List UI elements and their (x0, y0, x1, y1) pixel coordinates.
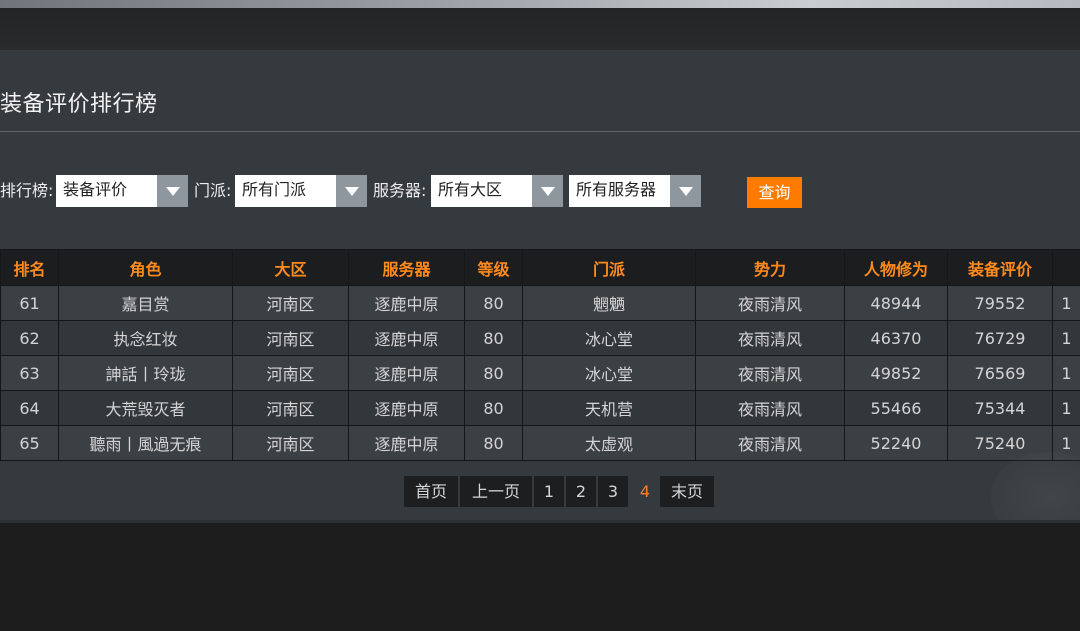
cell-character: 嘉目赏 (58, 285, 233, 321)
page-title: 装备评价排行榜 (0, 92, 158, 117)
header-character: 角色 (58, 249, 233, 286)
cell-school: 天机营 (522, 390, 696, 426)
header-extra (1052, 249, 1080, 286)
cell-server: 逐鹿中原 (348, 355, 465, 391)
cell-extra: 1 (1052, 425, 1080, 461)
cell-server: 逐鹿中原 (348, 425, 465, 461)
cell-equip-score: 79552 (947, 285, 1053, 321)
server-select[interactable]: 所有服务器 (569, 175, 701, 207)
header-cultivation: 人物修为 (844, 249, 948, 286)
cell-equip-score: 75344 (947, 390, 1053, 426)
cell-rank: 64 (0, 390, 59, 426)
cell-equip-score: 75240 (947, 425, 1053, 461)
cell-level: 80 (464, 285, 523, 321)
ranking-table: 排名 角色 大区 服务器 等级 门派 势力 人物修为 装备评价 61 嘉目赏 河… (0, 249, 1080, 461)
cell-equip-score: 76569 (947, 355, 1053, 391)
cell-region: 河南区 (232, 425, 349, 461)
cell-level: 80 (464, 320, 523, 356)
ranking-panel: 装备评价排行榜 排行榜: 装备评价 门派: 所有门派 服务器: 所有大区 所有服… (0, 50, 1080, 522)
cell-faction: 夜雨清风 (695, 390, 845, 426)
top-banner-strip (0, 0, 1080, 8)
panel-bottom-edge (0, 520, 1080, 523)
header-equip-score: 装备评价 (947, 249, 1053, 286)
table-row: 62 执念红妆 河南区 逐鹿中原 80 冰心堂 夜雨清风 46370 76729… (0, 320, 1080, 356)
pagination-first[interactable]: 首页 (404, 476, 458, 507)
header-rank: 排名 (0, 249, 59, 286)
cell-extra: 1 (1052, 285, 1080, 321)
dropdown-arrow-icon[interactable] (336, 175, 367, 207)
cell-level: 80 (464, 390, 523, 426)
cell-extra: 1 (1052, 390, 1080, 426)
pagination-page-1[interactable]: 1 (534, 476, 564, 507)
server-label: 服务器: (373, 181, 427, 200)
cell-school: 冰心堂 (522, 320, 696, 356)
cell-school: 太虚观 (522, 425, 696, 461)
top-nav-band (0, 8, 1080, 50)
cell-school: 魍魉 (522, 285, 696, 321)
cell-character: 訷話丨玲珑 (58, 355, 233, 391)
cell-region: 河南区 (232, 355, 349, 391)
cell-faction: 夜雨清风 (695, 355, 845, 391)
cell-level: 80 (464, 355, 523, 391)
dropdown-arrow-icon[interactable] (532, 175, 563, 207)
dropdown-arrow-icon[interactable] (670, 175, 701, 207)
cell-cultivation: 48944 (844, 285, 948, 321)
cell-faction: 夜雨清风 (695, 320, 845, 356)
cell-character: 执念红妆 (58, 320, 233, 356)
table-row: 63 訷話丨玲珑 河南区 逐鹿中原 80 冰心堂 夜雨清风 49852 7656… (0, 355, 1080, 391)
header-school: 门派 (522, 249, 696, 286)
cell-equip-score: 76729 (947, 320, 1053, 356)
header-server: 服务器 (348, 249, 465, 286)
pagination-page-4-current: 4 (639, 482, 651, 501)
cell-faction: 夜雨清风 (695, 425, 845, 461)
school-label: 门派: (194, 181, 232, 200)
header-level: 等级 (464, 249, 523, 286)
pagination-last[interactable]: 末页 (660, 476, 714, 507)
dropdown-arrow-icon[interactable] (157, 175, 188, 207)
query-button[interactable]: 查询 (747, 177, 802, 208)
cell-cultivation: 52240 (844, 425, 948, 461)
cell-server: 逐鹿中原 (348, 390, 465, 426)
table-row: 65 聽雨丨風過无痕 河南区 逐鹿中原 80 太虚观 夜雨清风 52240 75… (0, 425, 1080, 461)
school-value: 所有门派 (242, 180, 307, 199)
pagination-page-3[interactable]: 3 (598, 476, 628, 507)
rank-type-value: 装备评价 (63, 180, 128, 199)
pagination-prev[interactable]: 上一页 (460, 476, 532, 507)
cell-extra: 1 (1052, 320, 1080, 356)
rank-type-label: 排行榜: (0, 181, 54, 200)
header-faction: 势力 (695, 249, 845, 286)
cell-rank: 61 (0, 285, 59, 321)
region-select[interactable]: 所有大区 (431, 175, 563, 207)
school-select[interactable]: 所有门派 (235, 175, 367, 207)
cell-rank: 65 (0, 425, 59, 461)
cell-school: 冰心堂 (522, 355, 696, 391)
cell-rank: 63 (0, 355, 59, 391)
cell-level: 80 (464, 425, 523, 461)
cell-extra: 1 (1052, 355, 1080, 391)
cell-character: 大荒毁灭者 (58, 390, 233, 426)
cell-cultivation: 49852 (844, 355, 948, 391)
table-header-row: 排名 角色 大区 服务器 等级 门派 势力 人物修为 装备评价 (0, 249, 1080, 286)
cell-cultivation: 55466 (844, 390, 948, 426)
header-region: 大区 (232, 249, 349, 286)
cell-server: 逐鹿中原 (348, 285, 465, 321)
cell-character: 聽雨丨風過无痕 (58, 425, 233, 461)
cell-cultivation: 46370 (844, 320, 948, 356)
table-row: 61 嘉目赏 河南区 逐鹿中原 80 魍魉 夜雨清风 48944 79552 1 (0, 285, 1080, 321)
cell-rank: 62 (0, 320, 59, 356)
filter-bar: 排行榜: 装备评价 门派: 所有门派 服务器: 所有大区 所有服务器 查询 (0, 175, 1080, 208)
table-row: 64 大荒毁灭者 河南区 逐鹿中原 80 天机营 夜雨清风 55466 7534… (0, 390, 1080, 426)
cell-region: 河南区 (232, 285, 349, 321)
cell-server: 逐鹿中原 (348, 320, 465, 356)
cell-region: 河南区 (232, 390, 349, 426)
cell-faction: 夜雨清风 (695, 285, 845, 321)
title-divider (0, 131, 1080, 132)
region-value: 所有大区 (438, 180, 503, 199)
cell-region: 河南区 (232, 320, 349, 356)
server-value: 所有服务器 (576, 180, 657, 199)
pagination-page-2[interactable]: 2 (566, 476, 596, 507)
rank-type-select[interactable]: 装备评价 (56, 175, 188, 207)
